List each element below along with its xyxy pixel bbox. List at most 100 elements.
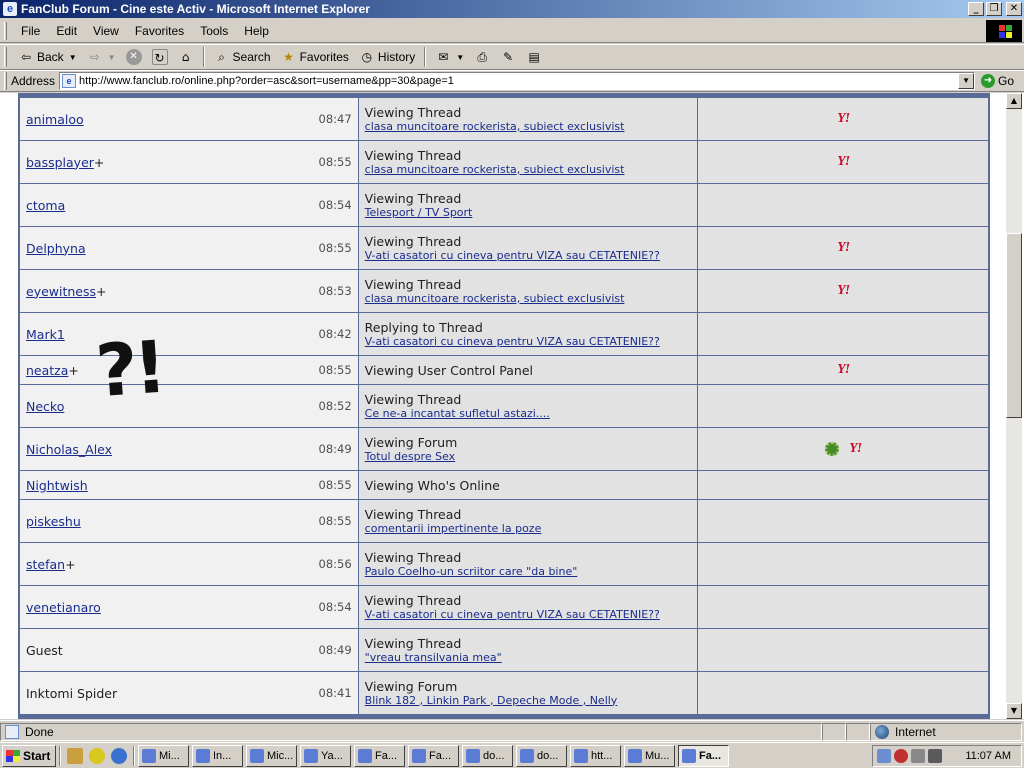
username-link[interactable]: eyewitness	[26, 284, 96, 299]
location-link[interactable]: Telesport / TV Sport	[365, 206, 692, 220]
location-link[interactable]: clasa muncitoare rockerista, subiect exc…	[365, 120, 692, 134]
taskbar-window-button[interactable]: In...	[192, 744, 243, 767]
user-cell: neatza+ 08:55	[20, 356, 358, 384]
username-link[interactable]: neatza	[26, 363, 68, 378]
chevron-down-icon[interactable]: ▼	[108, 53, 116, 62]
menu-view[interactable]: View	[85, 22, 127, 40]
location-link[interactable]: Ce ne-a incantat sufletul astazi....	[365, 407, 692, 421]
taskbar-window-button[interactable]: Mi...	[138, 744, 189, 767]
tray-network-icon[interactable]	[877, 749, 891, 763]
minimize-button[interactable]: _	[968, 2, 984, 16]
username-link[interactable]: venetianaro	[26, 600, 101, 615]
yahoo-messenger-icon[interactable]: Y!	[837, 111, 850, 126]
username-link[interactable]: stefan	[26, 557, 65, 572]
location-link[interactable]: Paulo Coelho-un scriitor care "da bine"	[365, 565, 692, 579]
taskbar-clock[interactable]: 11:07 AM	[965, 750, 1011, 762]
favorites-button[interactable]: ★ Favorites	[276, 46, 354, 68]
guest-name: Inktomi Spider	[26, 685, 118, 701]
discuss-button[interactable]: ▤	[521, 46, 547, 68]
username-link[interactable]: Mark1	[26, 327, 65, 342]
restore-button[interactable]: ❐	[986, 2, 1002, 16]
location-link[interactable]: V-ati casatori cu cineva pentru VIZA sau…	[365, 608, 692, 622]
scroll-thumb[interactable]	[1006, 233, 1022, 418]
last-activity-time: 08:47	[318, 112, 352, 126]
back-button[interactable]: ⇦ Back ▼	[13, 46, 82, 68]
location-link[interactable]: V-ati casatori cu cineva pentru VIZA sau…	[365, 335, 692, 349]
taskbar-window-button[interactable]: Mu...	[624, 744, 675, 767]
activity-text: Viewing Thread	[364, 190, 462, 206]
location-link[interactable]: clasa muncitoare rockerista, subiect exc…	[365, 292, 692, 306]
internet-explorer-icon: e	[3, 2, 17, 16]
user-cell: Mark1 08:42	[20, 313, 358, 355]
search-button[interactable]: ⌕ Search	[209, 46, 276, 68]
username-link[interactable]: ctoma	[26, 198, 65, 213]
forward-button[interactable]: ⇨ ▼	[82, 46, 121, 68]
online-user-row: Nightwish 08:55 Viewing Who's Online	[20, 471, 988, 499]
yahoo-messenger-icon[interactable]: Y!	[837, 362, 850, 377]
go-button[interactable]: ➜ Go	[981, 74, 1014, 88]
username-link[interactable]: Nightwish	[26, 478, 88, 493]
taskbar-window-button[interactable]: Ya...	[300, 744, 351, 767]
messenger-cell	[698, 500, 988, 542]
menu-file[interactable]: File	[13, 22, 48, 40]
taskbar-window-button[interactable]: htt...	[570, 744, 621, 767]
chevron-down-icon[interactable]: ▼	[456, 53, 464, 62]
username-link[interactable]: bassplayer	[26, 155, 94, 170]
taskbar-window-button[interactable]: Fa...	[408, 744, 459, 767]
location-link[interactable]: "vreau transilvania mea"	[365, 651, 692, 665]
standard-toolbar: ⇦ Back ▼ ⇨ ▼ ✕ ↻ ⌂ ⌕ Search ★ Favorites …	[0, 44, 1024, 70]
quicklaunch-ie-icon[interactable]	[111, 747, 127, 764]
tray-monitor-icon[interactable]	[911, 749, 925, 763]
taskbar-window-button[interactable]: do...	[516, 744, 567, 767]
scroll-up-button[interactable]: ▲	[1006, 93, 1022, 109]
mail-button[interactable]: ✉ ▼	[430, 46, 469, 68]
username-link[interactable]: Nicholas_Alex	[26, 442, 112, 457]
online-user-row: Inktomi Spider 08:41 Viewing Forum Blink 18…	[20, 672, 988, 714]
vertical-scrollbar[interactable]: ▲ ▼	[1006, 93, 1022, 719]
stop-button[interactable]: ✕	[121, 46, 147, 68]
zone-label: Internet	[895, 724, 936, 739]
location-link[interactable]: Totul despre Sex	[365, 450, 692, 464]
username-link[interactable]: Delphyna	[26, 241, 86, 256]
history-button[interactable]: ◷ History	[354, 46, 420, 68]
taskbar-window-button[interactable]: Fa...	[354, 744, 405, 767]
taskbar-window-button[interactable]: do...	[462, 744, 513, 767]
username-link[interactable]: animaloo	[26, 112, 84, 127]
username-link[interactable]: piskeshu	[26, 514, 81, 529]
scroll-down-button[interactable]: ▼	[1006, 703, 1022, 719]
menu-favorites[interactable]: Favorites	[127, 22, 192, 40]
taskbar-window-button[interactable]: Mic...	[246, 744, 297, 767]
menu-help[interactable]: Help	[236, 22, 277, 40]
address-url[interactable]: http://www.fanclub.ro/online.php?order=a…	[79, 75, 454, 87]
username-link[interactable]: Necko	[26, 399, 64, 414]
menu-tools[interactable]: Tools	[192, 22, 236, 40]
print-icon: ⎙	[477, 50, 487, 64]
quicklaunch-icq-icon[interactable]	[89, 747, 105, 764]
yahoo-messenger-icon[interactable]: Y!	[837, 154, 850, 169]
close-button[interactable]: ✕	[1006, 2, 1022, 16]
refresh-button[interactable]: ↻	[147, 46, 173, 68]
address-input[interactable]: e http://www.fanclub.ro/online.php?order…	[59, 72, 976, 90]
location-link[interactable]: Blink 182 , Linkin Park , Depeche Mode ,…	[365, 694, 692, 708]
address-dropdown-icon[interactable]: ▼	[958, 73, 975, 89]
yahoo-messenger-icon[interactable]: Y!	[849, 441, 862, 456]
tray-antivirus-icon[interactable]	[894, 749, 908, 763]
mail-icon: ✉	[438, 50, 449, 64]
icq-flower-icon[interactable]	[825, 442, 840, 457]
quicklaunch-desktop-icon[interactable]	[67, 747, 83, 764]
location-link[interactable]: V-ati casatori cu cineva pentru VIZA sau…	[365, 249, 692, 263]
user-cell: stefan+ 08:56	[20, 543, 358, 585]
tray-volume-icon[interactable]	[928, 749, 942, 763]
print-button[interactable]: ⎙	[469, 46, 495, 68]
yahoo-messenger-icon[interactable]: Y!	[837, 240, 850, 255]
yahoo-messenger-icon[interactable]: Y!	[837, 283, 850, 298]
location-link[interactable]: clasa muncitoare rockerista, subiect exc…	[365, 163, 692, 177]
start-button[interactable]: Start	[2, 744, 56, 767]
menu-edit[interactable]: Edit	[48, 22, 85, 40]
location-link[interactable]: comentarii impertinente la poze	[365, 522, 692, 536]
taskbar-window-button[interactable]: Fa...	[678, 744, 729, 767]
activity-text: Viewing Thread	[364, 506, 462, 522]
edit-button[interactable]: ✎	[495, 46, 521, 68]
home-button[interactable]: ⌂	[173, 46, 199, 68]
chevron-down-icon[interactable]: ▼	[69, 53, 77, 62]
